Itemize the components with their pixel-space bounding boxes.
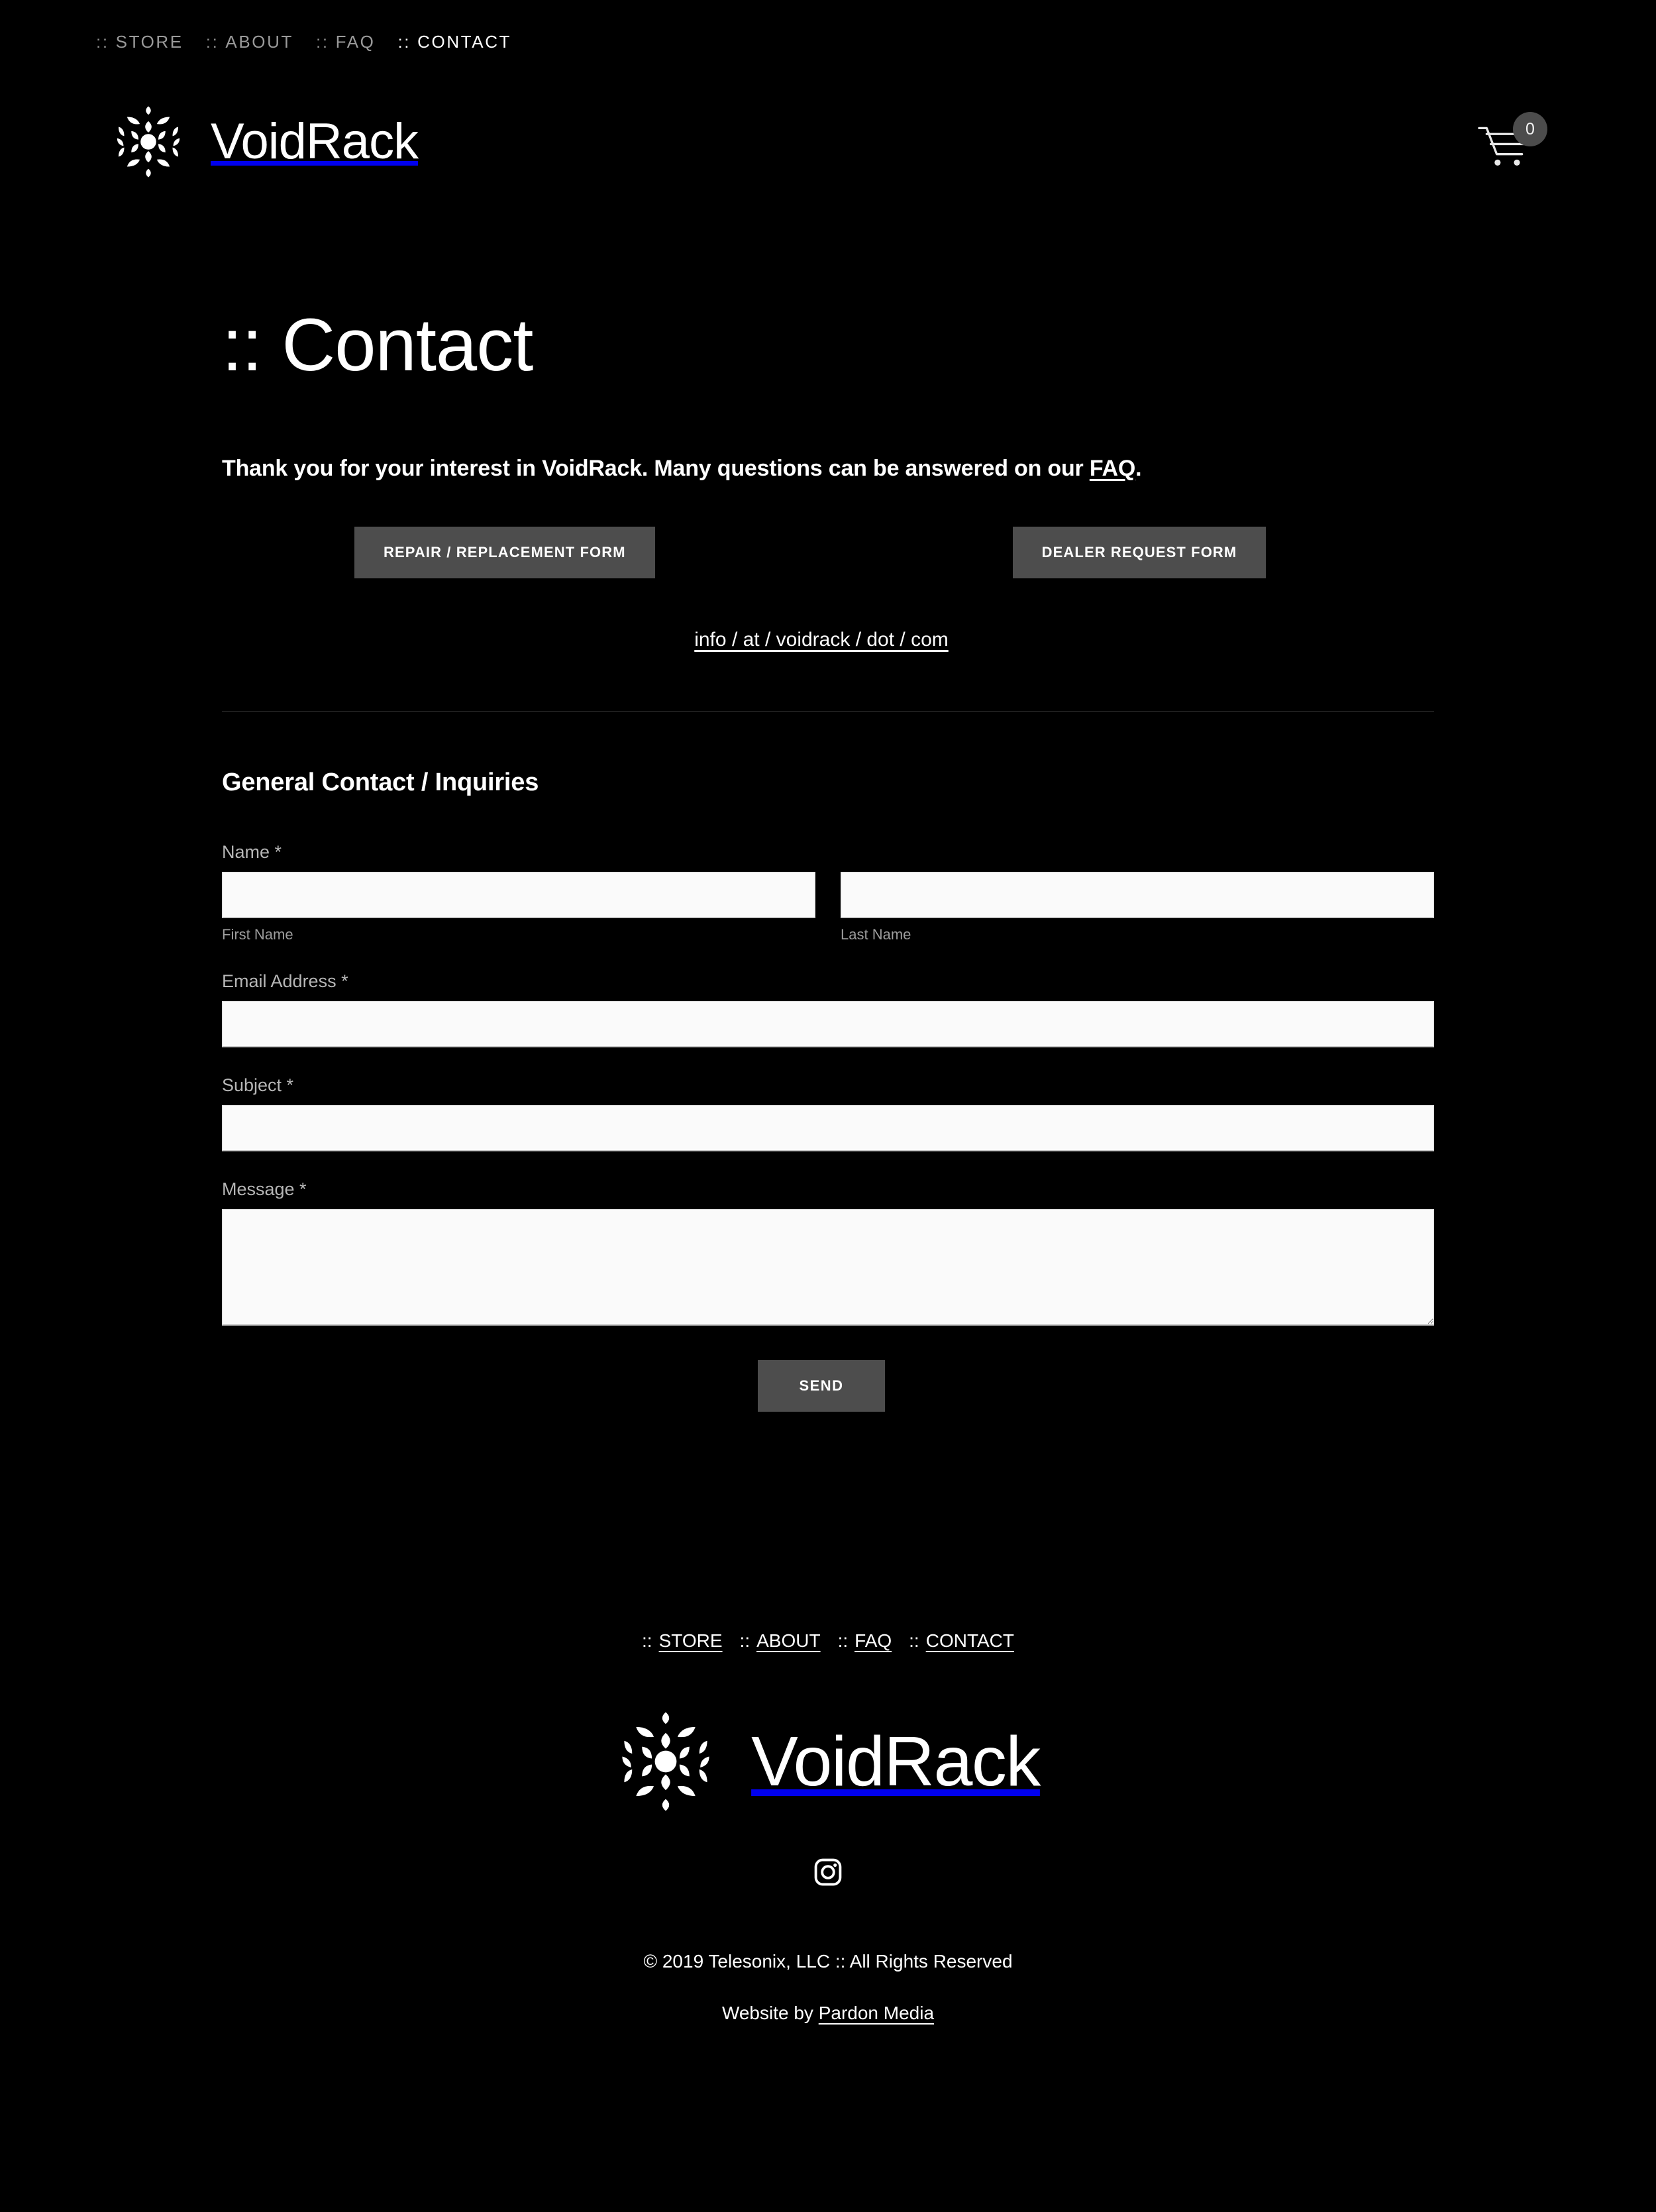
top-nav-label-about: ABOUT	[225, 32, 293, 52]
top-nav-item-about[interactable]: :: ABOUT	[206, 32, 293, 52]
footer-nav-item-about[interactable]: :: ABOUT	[740, 1630, 821, 1652]
intro-paragraph: Thank you for your interest in VoidRack.…	[222, 456, 1434, 482]
voidrack-hex-logo-icon	[616, 1707, 715, 1816]
email-label: Email Address *	[222, 971, 348, 991]
footer-nav-item-contact[interactable]: :: CONTACT	[909, 1630, 1014, 1652]
name-row: First Name Last Name	[222, 871, 1434, 943]
send-row: SEND	[222, 1359, 1434, 1412]
intro-text-prefix: Thank you for your interest in VoidRack.…	[222, 455, 1090, 481]
colon-prefix-icon: ::	[316, 32, 329, 52]
dealer-request-form-button[interactable]: DEALER REQUEST FORM	[1012, 526, 1267, 578]
footer-nav-link-contact[interactable]: CONTACT	[926, 1630, 1014, 1652]
email-input[interactable]	[222, 1000, 1434, 1047]
footer-nav-item-store[interactable]: :: STORE	[642, 1630, 723, 1652]
top-nav-item-store[interactable]: :: STORE	[96, 32, 183, 52]
colon-prefix-icon: ::	[837, 1630, 849, 1651]
send-button[interactable]: SEND	[758, 1359, 885, 1412]
subject-field-group: Subject *	[222, 1075, 1434, 1151]
pardon-media-link[interactable]: Pardon Media	[819, 2003, 934, 2023]
website-credit-prefix: Website by	[721, 2002, 819, 2023]
message-label: Message *	[222, 1179, 307, 1199]
footer-nav-link-faq[interactable]: FAQ	[854, 1630, 892, 1652]
voidrack-hex-logo-icon	[113, 103, 184, 181]
subject-input[interactable]	[222, 1104, 1434, 1151]
message-textarea[interactable]	[222, 1208, 1434, 1326]
colon-prefix-icon: ::	[909, 1630, 919, 1651]
top-nav-label-store: STORE	[115, 32, 183, 52]
colon-prefix-icon: ::	[642, 1630, 652, 1651]
brand-logo-link[interactable]: VoidRack	[113, 103, 419, 181]
message-field-group: Message *	[222, 1179, 1434, 1326]
footer-brand-logo-link[interactable]: VoidRack	[0, 1707, 1656, 1816]
cart-count-badge: 0	[1513, 112, 1547, 146]
email-line: info / at / voidrack / dot / com	[222, 629, 1434, 651]
footer-brand-name: VoidRack	[751, 1722, 1041, 1801]
page-title: :: Contact	[222, 303, 533, 386]
contact-form: Name * First Name Last Name Email Addres…	[222, 842, 1434, 1412]
top-nav-label-contact: CONTACT	[417, 32, 512, 52]
first-name-sub-label: First Name	[222, 925, 293, 943]
form-link-button-row: REPAIR / REPLACEMENT FORM DEALER REQUEST…	[222, 526, 1434, 578]
email-field-group: Email Address *	[222, 971, 1434, 1047]
footer-nav-link-about[interactable]: ABOUT	[756, 1630, 820, 1652]
name-field-group: Name * First Name Last Name	[222, 842, 1434, 943]
first-name-column: First Name	[222, 871, 815, 943]
brand-name: VoidRack	[211, 113, 419, 170]
top-nav-list: :: STORE :: ABOUT :: FAQ :: CONTACT	[96, 32, 1656, 52]
social-links	[0, 1857, 1656, 1887]
top-nav-item-contact[interactable]: :: CONTACT	[397, 32, 511, 52]
top-nav-label-faq: FAQ	[335, 32, 376, 52]
colon-prefix-icon: ::	[739, 1630, 750, 1651]
copyright-text: © 2019 Telesonix, LLC :: All Rights Rese…	[643, 1950, 1013, 1972]
footer-nav-item-faq[interactable]: :: FAQ	[838, 1630, 892, 1652]
colon-prefix-icon: ::	[96, 32, 109, 52]
main-content: :: Contact Thank you for your interest i…	[222, 306, 1434, 1412]
colon-prefix-icon: ::	[397, 32, 411, 52]
name-label: Name *	[222, 841, 282, 862]
last-name-column: Last Name	[841, 871, 1434, 943]
first-name-input[interactable]	[222, 871, 815, 918]
subject-label: Subject *	[222, 1075, 294, 1095]
cart-button[interactable]: 0	[1477, 112, 1557, 172]
form-section-heading: General Contact / Inquiries	[222, 768, 539, 796]
intro-text-suffix: .	[1135, 455, 1142, 481]
email-address-link[interactable]: info / at / voidrack / dot / com	[694, 629, 949, 651]
repair-replacement-form-button[interactable]: REPAIR / REPLACEMENT FORM	[354, 526, 655, 578]
footer-nav-link-store[interactable]: STORE	[659, 1630, 723, 1652]
instagram-icon[interactable]	[813, 1857, 843, 1887]
faq-link[interactable]: FAQ	[1090, 456, 1135, 481]
colon-prefix-icon: ::	[205, 32, 219, 52]
top-navigation: :: STORE :: ABOUT :: FAQ :: CONTACT	[0, 0, 1656, 73]
site-header: VoidRack 0	[0, 73, 1656, 199]
site-footer: :: STORE :: ABOUT :: FAQ :: CONTACT Void…	[0, 1630, 1656, 2103]
footer-navigation: :: STORE :: ABOUT :: FAQ :: CONTACT	[0, 1630, 1656, 1652]
last-name-input[interactable]	[841, 871, 1434, 918]
top-nav-item-faq[interactable]: :: FAQ	[316, 32, 375, 52]
website-credit: Website by Pardon Media	[0, 2003, 1656, 2024]
last-name-sub-label: Last Name	[841, 925, 911, 943]
